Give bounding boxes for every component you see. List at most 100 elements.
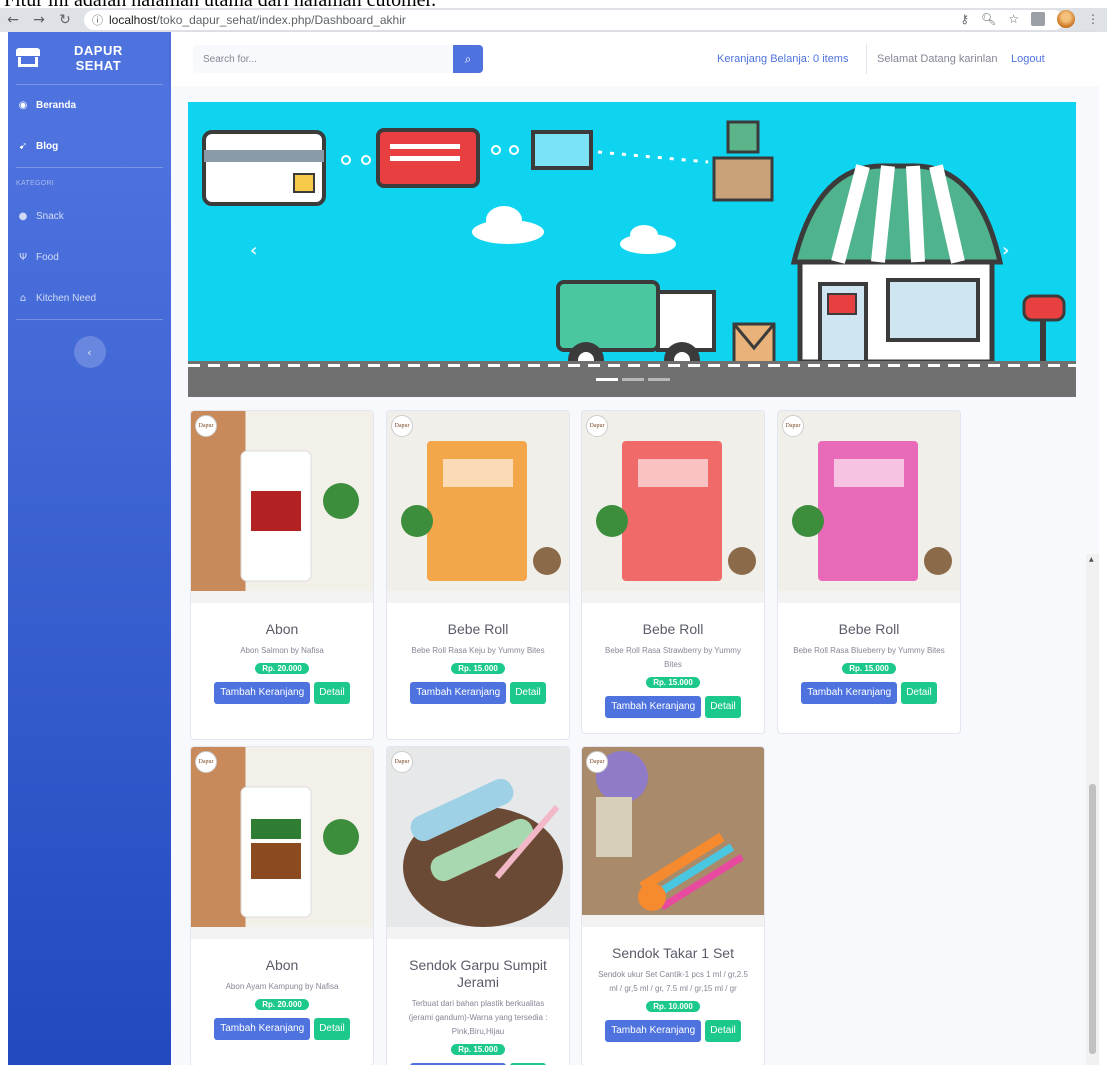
detail-button[interactable]: Detail xyxy=(705,696,741,718)
search-form: ⌕ xyxy=(193,45,483,73)
chevron-left-icon: ‹ xyxy=(250,240,258,261)
info-icon[interactable]: ⓘ xyxy=(92,12,103,28)
brand-logo: Dapur xyxy=(391,415,413,437)
reload-icon[interactable]: ↻ xyxy=(52,12,78,28)
menu-kebab-icon[interactable]: ⋮ xyxy=(1087,12,1099,26)
product-name: Bebe Roll xyxy=(838,621,900,637)
image-footer-strip xyxy=(582,591,764,603)
product-image[interactable]: Dapur xyxy=(191,747,373,939)
browser-tools: ⚷ 🔍︎ ☆ ⋮ xyxy=(960,10,1099,28)
sidebar-divider xyxy=(16,319,163,320)
forward-icon[interactable]: → xyxy=(26,12,52,28)
product-desc: Bebe Roll Rasa Keju by Yummy Bites xyxy=(411,646,545,655)
image-footer-strip xyxy=(778,591,960,603)
back-icon[interactable]: ← xyxy=(0,12,26,28)
banner-carousel[interactable]: ‹ › xyxy=(188,102,1076,397)
detail-button[interactable]: Detail xyxy=(314,1018,350,1040)
scroll-up-icon[interactable]: ▲ xyxy=(1089,556,1094,563)
mailbox-icon xyxy=(1022,294,1066,366)
parcel-icon xyxy=(732,322,776,368)
product-image[interactable]: Dapur xyxy=(387,747,569,939)
detail-button[interactable]: Detail xyxy=(510,682,546,704)
image-footer-strip xyxy=(387,927,569,939)
product-desc: Terbuat dari bahan plastik berkualitas (… xyxy=(408,999,548,1036)
key-icon[interactable]: ⚷ xyxy=(960,12,969,26)
product-name: Bebe Roll xyxy=(642,621,704,637)
carousel-indicator[interactable] xyxy=(596,378,618,381)
search-input[interactable] xyxy=(193,45,453,73)
add-to-cart-button[interactable]: Tambah Keranjang xyxy=(214,682,311,704)
greeting-text: Selamat Datang karinlan xyxy=(877,53,998,65)
red-card-icon xyxy=(376,128,480,188)
price-badge: Rp. 20.000 xyxy=(255,999,309,1010)
product-card: Dapur Abon Abon Salmon by Nafisa Rp. 20.… xyxy=(190,410,374,740)
sidebar-item-beranda[interactable]: ◉ Beranda xyxy=(8,85,171,126)
brand-logo: Dapur xyxy=(586,415,608,437)
product-name: Abon xyxy=(265,621,299,637)
credit-card-icon xyxy=(202,130,326,206)
sidebar: DAPUR SEHAT ◉ Beranda ➹ Blog KATEGORI ● … xyxy=(8,32,171,1065)
product-photo xyxy=(240,786,359,918)
add-to-cart-button[interactable]: Tambah Keranjang xyxy=(214,1018,311,1040)
sidebar-item-snack[interactable]: ● Snack xyxy=(8,196,171,237)
page-scrollbar[interactable]: ▲ xyxy=(1086,554,1099,1065)
window-edge xyxy=(1099,32,1107,1065)
product-desc: Abon Salmon by Nafisa xyxy=(240,646,324,655)
detail-button[interactable]: Detail xyxy=(705,1020,741,1042)
product-photo xyxy=(596,441,756,581)
banner-illustration xyxy=(202,120,1066,378)
carousel-indicator[interactable] xyxy=(622,378,644,381)
product-image[interactable]: Dapur xyxy=(387,411,569,603)
zoom-icon[interactable]: 🔍︎ xyxy=(981,12,996,26)
sidebar-brand[interactable]: DAPUR SEHAT xyxy=(8,32,171,84)
search-icon: ⌕ xyxy=(464,51,472,66)
product-photo xyxy=(401,441,561,581)
product-photo xyxy=(240,450,359,582)
url-host: localhost xyxy=(109,13,157,27)
logout-link[interactable]: Logout xyxy=(1011,53,1045,65)
sidebar-toggle-button[interactable]: ‹ xyxy=(73,336,106,368)
sidebar-item-kitchen-need[interactable]: ⌂ Kitchen Need xyxy=(8,278,171,319)
extension-icon[interactable] xyxy=(1031,12,1045,26)
sidebar-item-food[interactable]: Ψ Food xyxy=(8,237,171,278)
search-button[interactable]: ⌕ xyxy=(453,45,483,73)
product-card: Dapur Bebe Roll Bebe Roll Rasa Keju by Y… xyxy=(386,410,570,740)
sidebar-item-blog[interactable]: ➹ Blog xyxy=(8,126,171,167)
detail-button[interactable]: Detail xyxy=(901,682,937,704)
carousel-next-button[interactable]: › xyxy=(1002,240,1009,261)
document-caption: Fitur ini adalah halaman utama dari hala… xyxy=(0,0,1107,8)
sidebar-heading: KATEGORI xyxy=(16,180,55,187)
product-image[interactable]: Dapur xyxy=(582,747,764,927)
cart-link[interactable]: Keranjang Belanja: 0 items xyxy=(717,53,848,65)
star-icon[interactable]: ☆ xyxy=(1008,12,1019,26)
cookie-icon: ● xyxy=(18,211,28,222)
carousel-indicator[interactable] xyxy=(648,378,670,381)
tachometer-icon: ◉ xyxy=(18,100,28,111)
product-desc: Sendok ukur Set Cantik-1 pcs 1 ml / gr,2… xyxy=(598,970,748,993)
add-to-cart-button[interactable]: Tambah Keranjang xyxy=(801,682,898,704)
image-footer-strip xyxy=(582,915,764,927)
price-badge: Rp. 20.000 xyxy=(255,663,309,674)
price-badge: Rp. 15.000 xyxy=(451,1044,505,1055)
product-photo xyxy=(403,778,563,927)
scrollbar-thumb[interactable] xyxy=(1089,784,1096,1054)
address-bar[interactable]: ⓘ localhost/toko_dapur_sehat/index.php/D… xyxy=(84,10,1064,30)
carousel-indicators xyxy=(596,378,670,381)
add-to-cart-button[interactable]: Tambah Keranjang xyxy=(605,696,702,718)
carousel-prev-button[interactable]: ‹ xyxy=(250,240,257,261)
product-image[interactable]: Dapur xyxy=(191,411,373,603)
detail-button[interactable]: Detail xyxy=(314,682,350,704)
add-to-cart-button[interactable]: Tambah Keranjang xyxy=(410,682,507,704)
image-footer-strip xyxy=(191,591,373,603)
price-badge: Rp. 15.000 xyxy=(646,677,700,688)
brand-logo: Dapur xyxy=(195,751,217,773)
price-badge: Rp. 10.000 xyxy=(646,1001,700,1012)
product-card: Dapur Abon Abon Ayam Kampung by Nafisa R… xyxy=(190,746,374,1065)
product-name: Sendok Takar 1 Set xyxy=(612,945,734,961)
product-image[interactable]: Dapur xyxy=(582,411,764,603)
profile-avatar[interactable] xyxy=(1057,10,1075,28)
image-footer-strip xyxy=(387,591,569,603)
brand-logo: Dapur xyxy=(391,751,413,773)
product-image[interactable]: Dapur xyxy=(778,411,960,603)
add-to-cart-button[interactable]: Tambah Keranjang xyxy=(605,1020,702,1042)
